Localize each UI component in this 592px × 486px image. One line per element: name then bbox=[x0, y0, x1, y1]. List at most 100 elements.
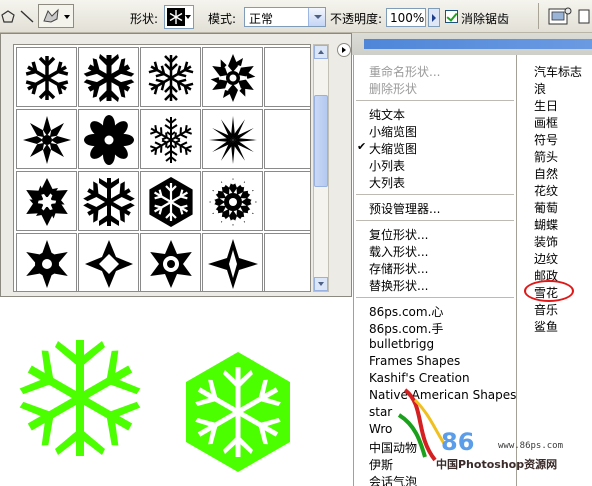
shape-cell[interactable] bbox=[140, 109, 201, 169]
submenu-item[interactable]: 符号 bbox=[534, 131, 558, 148]
shape-cell[interactable] bbox=[140, 47, 201, 107]
hexagon-snowflake-icon bbox=[149, 177, 193, 227]
menu-shape-set[interactable]: 会话气泡 bbox=[369, 473, 417, 486]
opacity-input[interactable]: 100% bbox=[386, 8, 426, 27]
shape-cell[interactable] bbox=[202, 47, 263, 107]
shape-cell[interactable] bbox=[140, 233, 201, 291]
options-toolbar: 形状: 模式: 正常 不透明度: 100% 消除锯齿 bbox=[0, 0, 592, 33]
menu-small-thumbnail[interactable]: 小缩览图 bbox=[369, 123, 417, 140]
submenu-item[interactable]: 花纹 bbox=[534, 182, 558, 199]
menu-shape-set[interactable]: 86ps.com.手 bbox=[369, 320, 443, 337]
watermark-name: 中国Photoshop资源网 bbox=[436, 458, 558, 471]
submenu-item[interactable]: 葡萄 bbox=[534, 199, 558, 216]
panel-button[interactable] bbox=[576, 4, 592, 28]
polygon-tool-button[interactable] bbox=[0, 4, 16, 28]
menu-large-thumbnail[interactable]: 大缩览图 bbox=[369, 140, 417, 157]
submenu-item[interactable]: 鲨鱼 bbox=[534, 318, 558, 335]
shape-grid bbox=[13, 44, 311, 292]
submenu-item[interactable]: 蝴蝶 bbox=[534, 216, 558, 233]
snowflake-icon bbox=[209, 116, 257, 164]
menu-preset-manager[interactable]: 预设管理器... bbox=[369, 200, 440, 217]
submenu-item[interactable]: 浪 bbox=[534, 80, 546, 97]
menu-shape-set[interactable]: star bbox=[369, 405, 392, 422]
shape-cell[interactable] bbox=[78, 171, 139, 231]
shape-picker-popup bbox=[0, 33, 352, 297]
submenu-item[interactable]: 生日 bbox=[534, 97, 558, 114]
menu-shape-set[interactable]: Wro bbox=[369, 422, 392, 439]
snowflake-icon bbox=[147, 117, 195, 164]
mode-select[interactable]: 正常 bbox=[244, 7, 326, 27]
shape-cell[interactable] bbox=[78, 233, 139, 291]
four-point-star-icon bbox=[85, 240, 133, 288]
antialias-checkbox[interactable] bbox=[445, 10, 458, 23]
shape-cell[interactable] bbox=[264, 47, 310, 107]
menu-shape-set[interactable]: 86ps.com.心 bbox=[369, 303, 443, 320]
snowflake-icon bbox=[83, 54, 135, 102]
menu-load-shapes[interactable]: 载入形状... bbox=[369, 243, 428, 260]
opacity-label: 不透明度: bbox=[330, 12, 383, 26]
snowflake-icon bbox=[21, 178, 73, 226]
menu-separator bbox=[356, 220, 514, 221]
shape-cell[interactable] bbox=[202, 109, 263, 169]
scroll-thumb[interactable] bbox=[314, 95, 328, 187]
shape-cell[interactable] bbox=[202, 233, 263, 291]
shape-cell[interactable] bbox=[16, 233, 77, 291]
snowflake-icon bbox=[146, 55, 196, 103]
menu-separator bbox=[356, 194, 514, 195]
scroll-up-button[interactable] bbox=[314, 45, 328, 59]
shape-cell[interactable] bbox=[16, 171, 77, 231]
shape-cell[interactable] bbox=[264, 171, 310, 231]
chevron-down-icon[interactable] bbox=[308, 8, 325, 26]
menu-separator bbox=[356, 297, 514, 298]
submenu-item[interactable]: 汽车标志 bbox=[534, 63, 582, 80]
palette-title-strip bbox=[352, 33, 592, 55]
canvas-drawing bbox=[17, 340, 290, 472]
menu-reset-shapes[interactable]: 复位形状... bbox=[369, 226, 428, 243]
menu-text-only[interactable]: 纯文本 bbox=[369, 106, 405, 123]
menu-large-list[interactable]: 大列表 bbox=[369, 174, 405, 191]
highlight-ellipse bbox=[524, 280, 574, 302]
menu-rename-shape: 重命名形状... bbox=[369, 65, 441, 79]
chevron-down-icon bbox=[185, 15, 191, 19]
submenu-item[interactable]: 箭头 bbox=[534, 148, 558, 165]
mode-label: 模式: bbox=[208, 12, 237, 26]
menu-shape-set[interactable]: 伊斯 bbox=[369, 456, 393, 473]
shape-grid-scrollbar[interactable] bbox=[313, 44, 329, 292]
shape-cell[interactable] bbox=[78, 109, 139, 169]
shape-cell[interactable] bbox=[16, 47, 77, 107]
scroll-down-button[interactable] bbox=[314, 277, 328, 291]
shape-cell[interactable] bbox=[140, 171, 201, 231]
menu-shape-set[interactable]: Frames Shapes bbox=[369, 354, 460, 371]
shape-cell[interactable] bbox=[264, 233, 310, 291]
palette-well-button[interactable] bbox=[544, 4, 574, 28]
shape-cell[interactable] bbox=[202, 171, 263, 231]
menu-small-list[interactable]: 小列表 bbox=[369, 157, 405, 174]
shape-cell[interactable] bbox=[16, 109, 77, 169]
shape-picker-button[interactable] bbox=[164, 5, 194, 29]
submenu-item[interactable]: 自然 bbox=[534, 165, 558, 182]
submenu-item[interactable]: 边纹 bbox=[534, 250, 558, 267]
snowflake-icon bbox=[207, 54, 259, 102]
custom-shape-tool-button[interactable] bbox=[38, 4, 74, 28]
menu-shape-set[interactable]: bulletbrigg bbox=[369, 337, 434, 354]
shape-menu-button[interactable] bbox=[337, 43, 351, 57]
opacity-value: 100% bbox=[390, 11, 425, 25]
polygon-icon bbox=[1, 10, 15, 23]
submenu-item[interactable]: 装饰 bbox=[534, 233, 558, 250]
opacity-slider-button[interactable] bbox=[428, 8, 440, 27]
palette-icon bbox=[548, 7, 572, 25]
watermark-number: 86 bbox=[441, 428, 475, 456]
four-point-star-icon bbox=[208, 239, 258, 289]
line-tool-button[interactable] bbox=[16, 4, 38, 28]
menu-separator bbox=[356, 100, 514, 101]
snowflake-icon bbox=[84, 115, 134, 165]
shape-cell[interactable] bbox=[264, 109, 310, 169]
menu-replace-shapes[interactable]: 替换形状... bbox=[369, 277, 428, 294]
menu-save-shapes[interactable]: 存储形状... bbox=[369, 260, 428, 277]
antialias-label: 消除锯齿 bbox=[461, 12, 510, 26]
submenu-item[interactable]: 画框 bbox=[534, 114, 558, 131]
shape-cell[interactable] bbox=[78, 47, 139, 107]
palette-titlebar bbox=[364, 39, 592, 49]
line-icon bbox=[20, 10, 34, 23]
submenu-item[interactable]: 音乐 bbox=[534, 301, 558, 318]
